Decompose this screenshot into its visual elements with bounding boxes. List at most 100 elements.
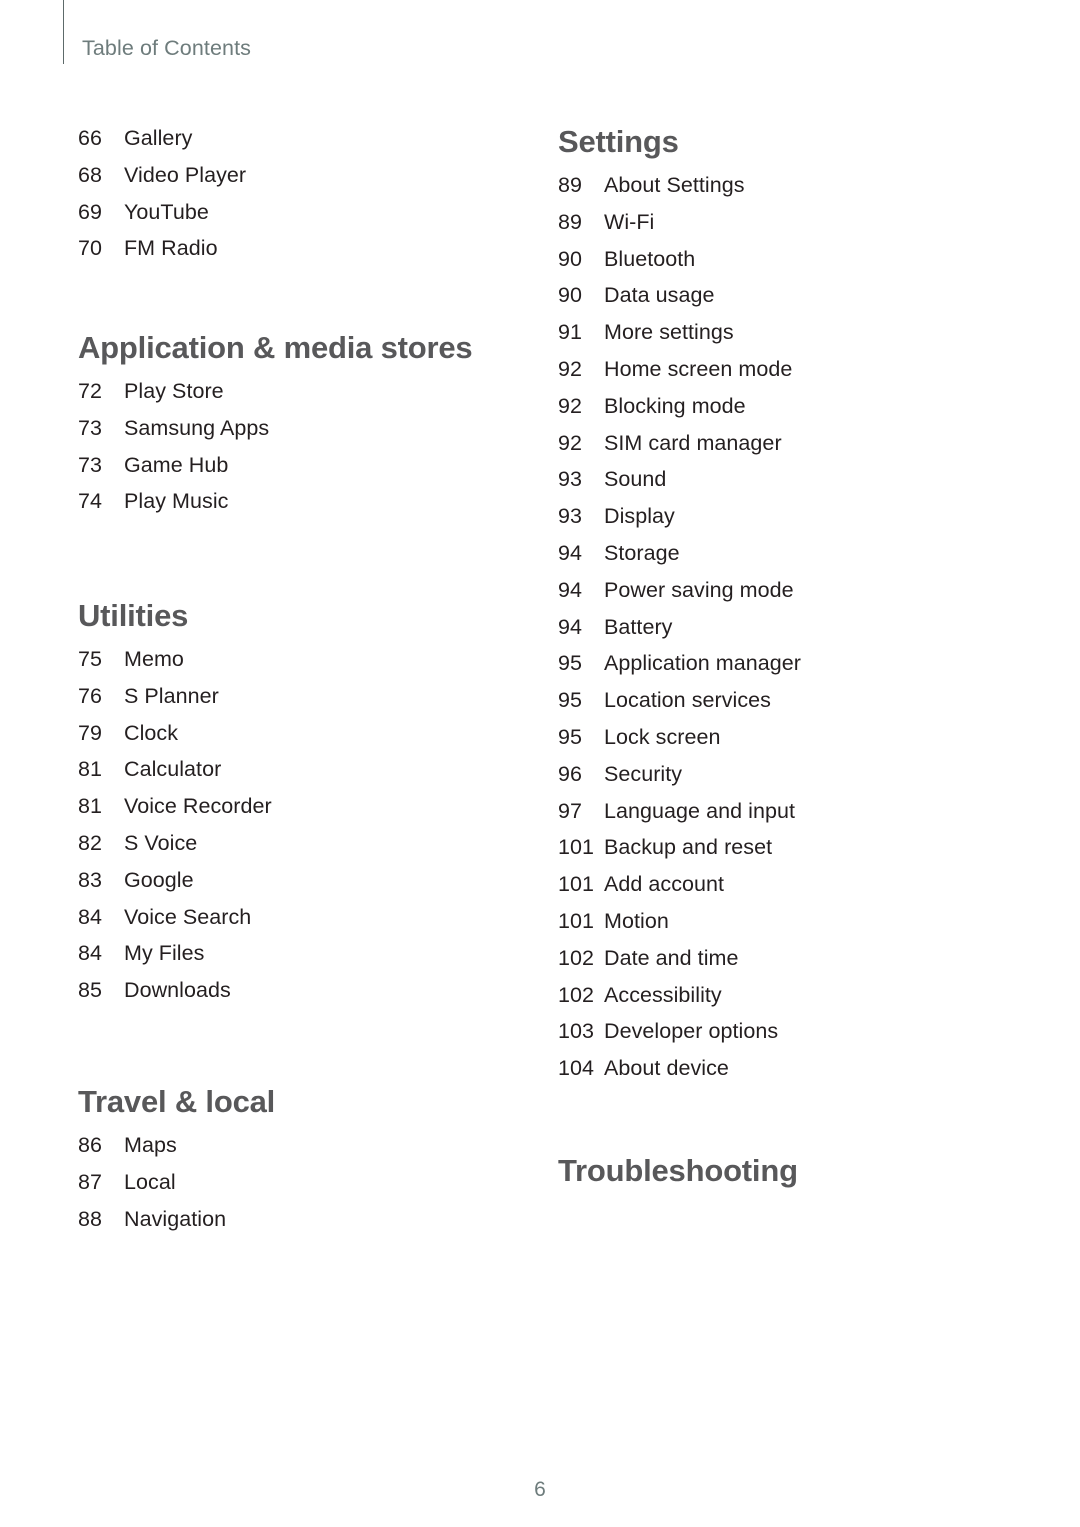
toc-entry[interactable]: 75 Memo: [78, 647, 272, 684]
toc-entry-label: Video Player: [124, 162, 247, 187]
toc-entry-label: Local: [124, 1169, 176, 1194]
toc-entry-label: Power saving mode: [604, 577, 794, 602]
toc-entry-label: S Planner: [124, 683, 219, 708]
toc-entry[interactable]: 92 SIM card manager: [558, 431, 801, 468]
toc-entry-page-number: 66: [78, 126, 103, 150]
toc-section: Settings 89 About Settings 89 Wi-Fi 90 Bluetoo…: [558, 126, 801, 1093]
toc-entry[interactable]: 94 Power saving mode: [558, 578, 801, 615]
toc-entry-label: Wi-Fi: [604, 209, 655, 234]
toc-entry[interactable]: 103 Developer options: [558, 1019, 801, 1056]
toc-entry[interactable]: 104 About device: [558, 1056, 801, 1093]
toc-entry[interactable]: 69 YouTube: [78, 200, 246, 237]
toc-entry[interactable]: 101 Add account: [558, 872, 801, 909]
toc-entry[interactable]: 93 Display: [558, 504, 801, 541]
toc-section-heading: Utilities: [78, 598, 189, 633]
toc-entry-label: Accessibility: [604, 982, 722, 1007]
toc-entry[interactable]: 81 Calculator: [78, 757, 272, 794]
toc-entry[interactable]: 97 Language and input: [558, 799, 801, 836]
toc-entry-label: Lock screen: [604, 724, 721, 749]
toc-entry[interactable]: 84 Voice Search: [78, 905, 272, 942]
toc-section: Application & media stores 72 Play Store 73…: [78, 332, 473, 526]
toc-entry-page-number: 79: [78, 720, 103, 745]
toc-entry[interactable]: 94 Battery: [558, 615, 801, 652]
toc-entry-label: Bluetooth: [604, 246, 696, 271]
toc-section: Utilities 75 Memo 76 S Planner 79 Clock 81 Calcu…: [78, 600, 272, 1015]
toc-entry-label: About device: [604, 1056, 729, 1081]
toc-entry[interactable]: 82 S Voice: [78, 831, 272, 868]
toc-entry[interactable]: 95 Application manager: [558, 651, 801, 688]
toc-entry-page-number: 70: [78, 236, 103, 261]
toc-entry[interactable]: 91 More settings: [558, 320, 801, 357]
footer-page-number: 6: [534, 1478, 546, 1501]
toc-entry[interactable]: 95 Location services: [558, 688, 801, 725]
toc-entry-list: 72 Play Store 73 Samsung Apps 73 Game Hub 74 Pl…: [78, 379, 472, 526]
toc-entry-page-number: 68: [78, 162, 103, 187]
toc-entry-page-number: 82: [78, 830, 103, 855]
toc-entry-label: More settings: [604, 320, 734, 345]
toc-entry[interactable]: 102 Accessibility: [558, 983, 801, 1020]
toc-entry[interactable]: 76 S Planner: [78, 684, 272, 721]
toc-entry[interactable]: 83 Google: [78, 868, 272, 905]
toc-entry-page-number: 90: [558, 246, 583, 271]
toc-entry-label: S Voice: [124, 830, 198, 855]
toc-entry-page-number: 92: [558, 430, 583, 455]
toc-entry-label: Blocking mode: [604, 393, 746, 418]
toc-entry[interactable]: 72 Play Store: [78, 379, 472, 416]
toc-entry-page-number: 73: [78, 452, 103, 477]
toc-entry[interactable]: 70 FM Radio: [78, 236, 246, 273]
toc-entry[interactable]: 101 Motion: [558, 909, 801, 946]
toc-entry-label: Display: [604, 504, 675, 529]
toc-entry-label: Security: [604, 761, 683, 786]
toc-entry-page-number: 95: [558, 688, 583, 713]
toc-entry-page-number: 89: [558, 173, 583, 197]
toc-entry-label: Play Store: [124, 379, 224, 403]
toc-entry-list: 75 Memo 76 S Planner 79 Clock 81 Calculator 81 Vo…: [78, 647, 272, 1015]
toc-entry-page-number: 97: [558, 798, 583, 823]
toc-entry[interactable]: 90 Bluetooth: [558, 247, 801, 284]
toc-entry[interactable]: 101 Backup and reset: [558, 835, 801, 872]
toc-entry[interactable]: 96 Security: [558, 762, 801, 799]
toc-section-heading: Travel & local: [78, 1084, 276, 1119]
toc-entry[interactable]: 90 Data usage: [558, 283, 801, 320]
toc-entry-label: Clock: [124, 720, 179, 745]
toc-entry[interactable]: 87 Local: [78, 1170, 275, 1207]
toc-entry[interactable]: 93 Sound: [558, 467, 801, 504]
toc-entry-label: Language and input: [604, 798, 795, 823]
toc-entry[interactable]: 68 Video Player: [78, 163, 246, 200]
toc-entry[interactable]: 94 Storage: [558, 541, 801, 578]
toc-entry-page-number: 104: [558, 1056, 595, 1081]
toc-entry-label: Storage: [604, 540, 680, 565]
toc-entry[interactable]: 92 Home screen mode: [558, 357, 801, 394]
toc-entry[interactable]: 73 Game Hub: [78, 453, 472, 490]
toc-entry-label: Battery: [604, 614, 673, 639]
toc-entry-page-number: 72: [78, 379, 103, 403]
toc-entry-page-number: 84: [78, 941, 103, 966]
toc-entry[interactable]: 89 Wi-Fi: [558, 210, 801, 247]
toc-entry-label: Home screen mode: [604, 356, 793, 381]
toc-entry[interactable]: 74 Play Music: [78, 489, 472, 526]
toc-entry[interactable]: 85 Downloads: [78, 978, 272, 1015]
toc-entry[interactable]: 102 Date and time: [558, 946, 801, 983]
toc-entry[interactable]: 79 Clock: [78, 721, 272, 758]
toc-entry[interactable]: 92 Blocking mode: [558, 394, 801, 431]
toc-entry-page-number: 96: [558, 761, 583, 786]
toc-entry-page-number: 92: [558, 356, 583, 381]
toc-entry[interactable]: 81 Voice Recorder: [78, 794, 272, 831]
toc-entry-label: Play Music: [124, 489, 229, 514]
toc-entry-page-number: 102: [558, 982, 595, 1007]
toc-entry[interactable]: 95 Lock screen: [558, 725, 801, 762]
toc-entry-label: Voice Search: [124, 904, 252, 929]
toc-entry[interactable]: 89 About Settings: [558, 173, 801, 210]
toc-entry[interactable]: 66 Gallery: [78, 126, 246, 163]
toc-entry[interactable]: 73 Samsung Apps: [78, 416, 472, 453]
toc-entry-label: Calculator: [124, 757, 222, 782]
toc-entry-page-number: 76: [78, 683, 103, 708]
toc-entry-page-number: 90: [558, 283, 583, 308]
toc-entry[interactable]: 84 My Files: [78, 941, 272, 978]
toc-entry[interactable]: 88 Navigation: [78, 1207, 275, 1244]
toc-entry[interactable]: 86 Maps: [78, 1133, 275, 1170]
toc-entry-label: Data usage: [604, 283, 715, 308]
toc-entry-page-number: 75: [78, 647, 103, 671]
toc-entry-label: Maps: [124, 1133, 177, 1157]
toc-entry-page-number: 93: [558, 504, 583, 529]
